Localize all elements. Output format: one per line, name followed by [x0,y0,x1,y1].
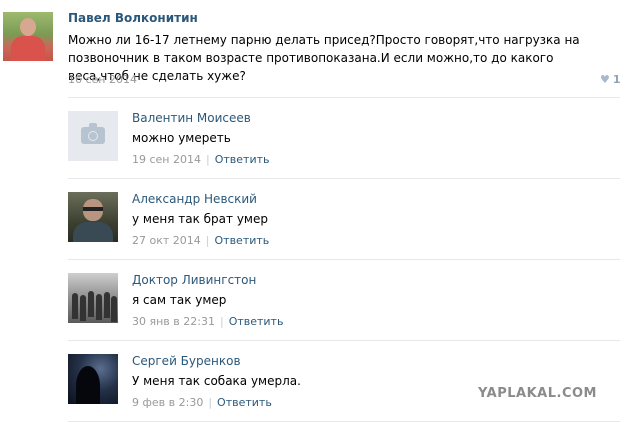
comment-date[interactable]: 9 фев в 2:30 [132,396,203,409]
watermark: YAPLAKAL.COM [478,386,597,401]
comment-author-link[interactable]: Александр Невский [132,192,257,206]
reply-link[interactable]: Ответить [215,234,270,247]
post-author-link[interactable]: Павел Волконитин [68,11,198,25]
like-button[interactable]: ♥ 1 [600,73,621,86]
avatar[interactable] [3,12,53,61]
heart-icon: ♥ [600,73,610,86]
avatar[interactable] [68,354,118,404]
reply-link[interactable]: Ответить [217,396,272,409]
reply-link[interactable]: Ответить [229,315,284,328]
comments-list: Валентин Моисеев можно умереть 19 сен 20… [68,97,620,422]
comment-text: я сам так умер [132,293,227,307]
post-text: Можно ли 16-17 летнему парню делать прис… [68,33,580,83]
comment-text: можно умереть [132,131,231,145]
avatar[interactable] [68,111,118,161]
divider: | [208,396,213,409]
avatar[interactable] [68,192,118,242]
comment: Доктор Ливингстон я сам так умер 30 янв … [68,260,620,341]
avatar[interactable] [68,273,118,323]
comment-date[interactable]: 27 окт 2014 [132,234,201,247]
comment-meta: 9 фев в 2:30 | Ответить [132,396,272,409]
like-count: 1 [612,73,621,86]
divider: | [206,153,210,166]
divider: | [205,234,210,247]
post-date[interactable]: 16 сен 2014 [68,73,137,86]
comment: Валентин Моисеев можно умереть 19 сен 20… [68,98,620,179]
divider: | [219,315,224,328]
comment: Сергей Буренков У меня так собака умерла… [68,341,620,422]
comment-author-link[interactable]: Валентин Моисеев [132,111,251,125]
reply-link[interactable]: Ответить [215,153,270,166]
comment-date[interactable]: 30 янв в 22:31 [132,315,215,328]
comment-author-link[interactable]: Доктор Ливингстон [132,273,256,287]
camera-icon [81,123,105,144]
comment: Александр Невский у меня так брат умер 2… [68,179,620,260]
comment-text: у меня так брат умер [132,212,268,226]
comment-author-link[interactable]: Сергей Буренков [132,354,241,368]
comment-date[interactable]: 19 сен 2014 [132,153,201,166]
comment-text: У меня так собака умерла. [132,374,301,388]
comment-meta: 30 янв в 22:31 | Ответить [132,315,283,328]
comment-meta: 19 сен 2014 | Ответить [132,153,269,166]
comment-meta: 27 окт 2014 | Ответить [132,234,269,247]
